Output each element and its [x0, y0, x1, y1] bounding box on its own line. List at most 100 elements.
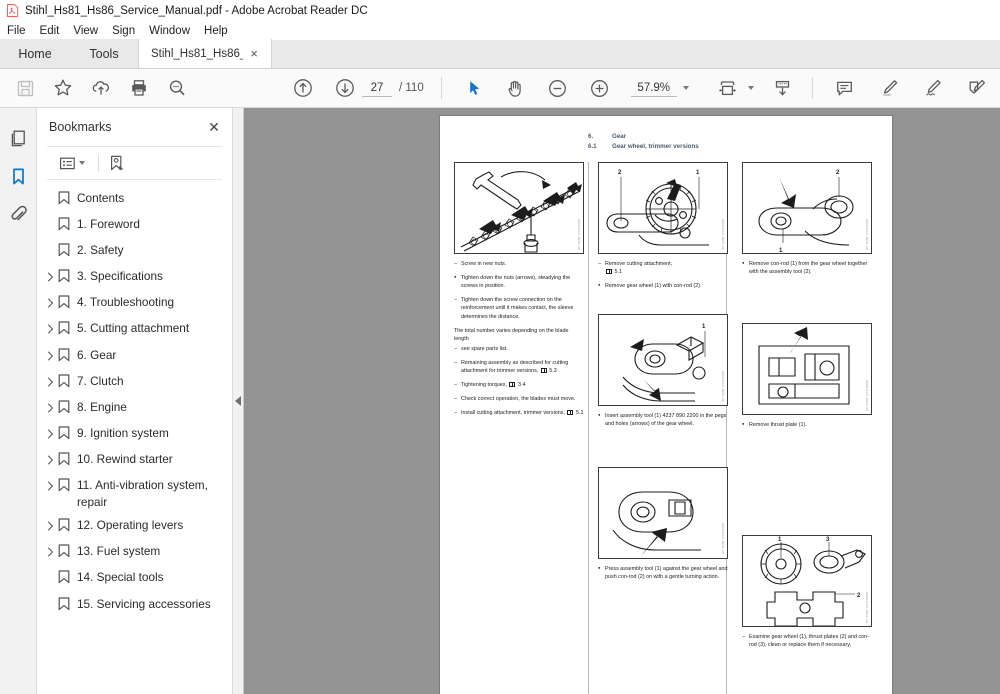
menu-window[interactable]: Window — [149, 25, 198, 37]
bookmark-item-label: 10. Rewind starter — [77, 451, 173, 466]
bookmark-item[interactable]: 7. Clutch — [37, 370, 232, 396]
chevron-right-icon[interactable] — [43, 347, 58, 361]
bookmark-item[interactable]: 3. Specifications — [37, 265, 232, 291]
zoom-out-icon[interactable] — [541, 71, 575, 105]
assembly-tool-insert-figure: 1 0000-GXX-0003-A0 — [598, 314, 728, 407]
print-icon[interactable] — [122, 71, 156, 105]
caption-text: Check correct operation, the blades must… — [461, 396, 576, 403]
collapse-panel-arrow-icon[interactable] — [235, 396, 241, 406]
tab-home[interactable]: Home — [0, 39, 70, 68]
bookmark-item-label: 12. Operating levers — [77, 518, 184, 533]
caption-ref: 5.3 — [549, 368, 557, 375]
page-thumbnails-icon[interactable] — [2, 119, 35, 157]
chevron-right-icon[interactable] — [43, 477, 58, 491]
toolbar-separator-1 — [440, 77, 442, 99]
chevron-right-icon[interactable] — [43, 294, 58, 308]
menu-edit[interactable]: Edit — [40, 25, 68, 37]
menu-bar: File Edit View Sign Window Help — [0, 21, 1000, 40]
column-2: 2 1 0000-GXX-0001-A0 Remove cutting atta… — [598, 162, 728, 656]
paperclip-icon[interactable] — [2, 195, 35, 233]
bookmarks-panel-toolbar — [47, 146, 222, 180]
fit-page-chevron-down-icon[interactable] — [747, 86, 754, 90]
zoom-level-input[interactable] — [630, 79, 677, 97]
chevron-right-icon[interactable] — [43, 373, 58, 387]
search-icon[interactable] — [160, 71, 194, 105]
bookmark-indent-spacer — [43, 596, 58, 598]
scroll-mode-icon[interactable] — [766, 71, 800, 105]
sign-icon[interactable] — [916, 71, 950, 105]
zoom-dropdown-chevron-down-icon[interactable] — [682, 86, 689, 90]
menu-file[interactable]: File — [7, 25, 34, 37]
chevron-right-icon[interactable] — [43, 425, 58, 439]
bookmark-item[interactable]: 15. Servicing accessories — [37, 593, 232, 619]
caption-text: Press assembly tool (1) against the gear… — [605, 565, 728, 580]
cursor-arrow-icon[interactable] — [457, 71, 491, 105]
bookmark-icon — [58, 320, 77, 340]
bookmark-options-chevron-down-icon[interactable] — [79, 161, 85, 165]
bookmark-item[interactable]: 4. Troubleshooting — [37, 291, 232, 317]
chevron-right-icon[interactable] — [43, 399, 58, 413]
caption-text: The total number varies depending on the… — [454, 327, 569, 342]
bookmark-item[interactable]: 9. Ignition system — [37, 422, 232, 448]
bookmark-item[interactable]: 5. Cutting attachment — [37, 317, 232, 343]
bookmark-item-label: 3. Specifications — [77, 269, 163, 284]
page-number-input[interactable] — [362, 79, 392, 97]
list-marker — [598, 565, 605, 573]
chevron-right-icon[interactable] — [43, 517, 58, 531]
fit-page-icon[interactable] — [711, 71, 745, 105]
bookmarks-icon[interactable] — [2, 157, 35, 195]
tab-document[interactable]: Stihl_Hs81_Hs86_Se... × — [138, 39, 272, 68]
bookmark-icon — [58, 569, 77, 589]
figure-tag: 0000-GXX-0002-A0 — [865, 218, 869, 250]
caption-ref: 3.4 — [517, 382, 526, 389]
chevron-right-icon[interactable] — [43, 268, 58, 282]
caption-item: Tighten down the nuts (arrows), steadyin… — [454, 274, 584, 290]
caption-text-with-ref: Install cutting attachment, trimmer vers… — [461, 409, 584, 417]
panel-divider[interactable] — [233, 108, 244, 694]
bookmark-indent-spacer — [43, 242, 58, 244]
bookmark-item[interactable]: 8. Engine — [37, 396, 232, 422]
chevron-right-icon[interactable] — [43, 320, 58, 335]
bookmark-options-icon[interactable] — [59, 155, 85, 172]
caption-text: Screw in new nuts. — [461, 261, 507, 267]
cloud-upload-icon[interactable] — [84, 71, 118, 105]
list-marker — [454, 381, 461, 389]
highlight-pen-icon[interactable] — [872, 71, 906, 105]
hand-icon[interactable] — [499, 71, 533, 105]
caption-text: Tightening torques, — [461, 382, 507, 389]
bookmark-item[interactable]: Contents — [37, 187, 232, 213]
caption-ref: 5.1 — [575, 410, 584, 417]
bookmark-icon — [58, 216, 77, 236]
close-icon[interactable]: ✕ — [206, 119, 222, 136]
figure-tag: 0000-GXX-0005-A0 — [721, 523, 725, 555]
bookmarks-list[interactable]: Contents 1. Foreword 2. Safety 3. Specifica… — [37, 180, 232, 694]
bookmark-item[interactable]: 1. Foreword — [37, 213, 232, 239]
bookmark-item[interactable]: 10. Rewind starter — [37, 448, 232, 474]
bookmark-item[interactable]: 2. Safety — [37, 239, 232, 265]
bookmark-item[interactable]: 12. Operating levers — [37, 514, 232, 540]
bookmark-item-label: 4. Troubleshooting — [77, 295, 175, 310]
bookmark-item-label: 5. Cutting attachment — [77, 321, 190, 336]
save-icon[interactable] — [8, 71, 42, 105]
zoom-in-icon[interactable] — [583, 71, 617, 105]
previous-page-icon[interactable] — [286, 71, 320, 105]
menu-sign[interactable]: Sign — [112, 25, 143, 37]
document-viewer[interactable]: 6. Gear 6.1 Gear wheel, trimmer versions — [244, 108, 1000, 694]
next-page-icon[interactable] — [328, 71, 362, 105]
bookmark-item[interactable]: 11. Anti-vibration system, repair — [37, 474, 232, 514]
chevron-right-icon[interactable] — [43, 543, 58, 557]
bookmark-item[interactable]: 14. Special tools — [37, 566, 232, 592]
bookmark-item[interactable]: 6. Gear — [37, 344, 232, 370]
fill-and-sign-icon[interactable] — [960, 71, 994, 105]
chevron-right-icon[interactable] — [43, 451, 58, 465]
new-bookmark-icon[interactable] — [108, 154, 126, 172]
star-icon[interactable] — [46, 71, 80, 105]
menu-view[interactable]: View — [73, 25, 106, 37]
caption-item: Remove thrust plate (1). — [742, 421, 872, 429]
tab-close-icon[interactable]: × — [247, 47, 261, 61]
bookmark-item[interactable]: 13. Fuel system — [37, 540, 232, 566]
comment-icon[interactable] — [828, 71, 862, 105]
figure-label-1: 1 — [778, 537, 782, 543]
tab-tools[interactable]: Tools — [70, 39, 138, 68]
menu-help[interactable]: Help — [204, 25, 236, 37]
